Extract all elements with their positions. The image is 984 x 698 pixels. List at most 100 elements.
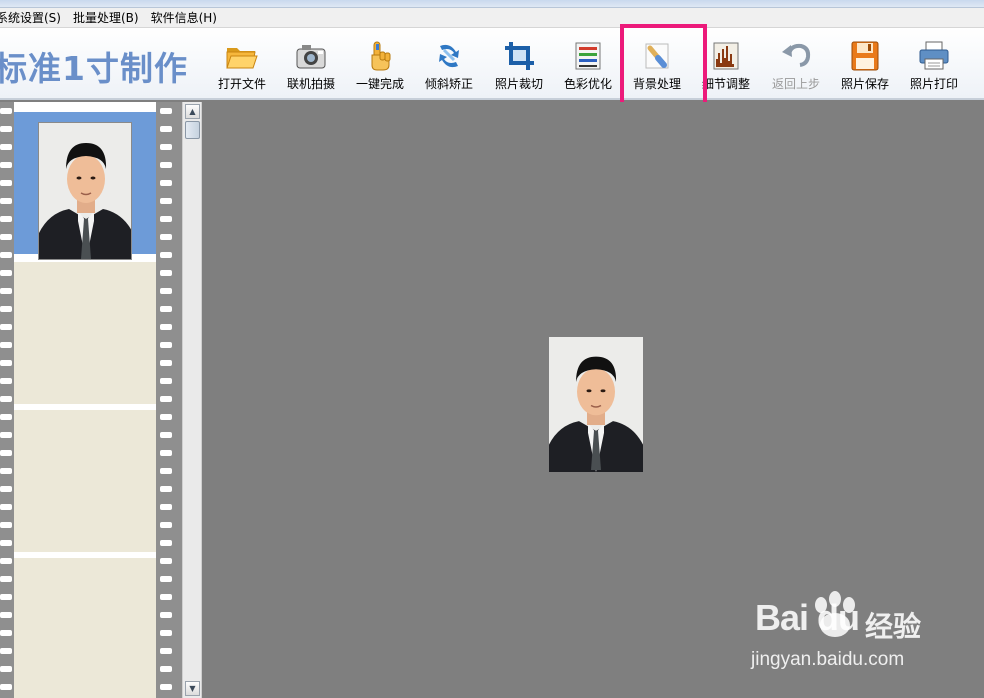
sprocket-hole — [160, 288, 172, 294]
toolbar: 标准1寸制作 打开文件 联机拍摄 一键完成 倾斜矫正 照片裁切 色彩优化 背景处… — [0, 28, 984, 100]
one-click-label: 一键完成 — [355, 77, 404, 91]
color-bars-icon — [575, 42, 601, 70]
sprocket-hole — [0, 540, 12, 546]
sprocket-hole — [0, 684, 12, 690]
scroll-down-arrow-icon[interactable]: ▼ — [185, 681, 200, 696]
sprocket-hole — [0, 450, 12, 456]
watermark-url: jingyan.baidu.com — [751, 649, 905, 670]
app-window: 系统设置(S) 批量处理(B) 软件信息(H) 标准1寸制作 打开文件 联机拍摄 — [0, 0, 984, 698]
sprocket-hole — [0, 486, 12, 492]
sprocket-hole — [160, 234, 172, 240]
menu-bar: 系统设置(S) 批量处理(B) 软件信息(H) — [0, 8, 984, 28]
floppy-disk-icon — [851, 41, 879, 71]
watermark-brand: 经验 — [865, 610, 922, 643]
sprocket-hole — [160, 630, 172, 636]
sprocket-hole — [0, 396, 12, 402]
rotate-arrows-icon — [439, 44, 459, 68]
sprocket-hole — [160, 504, 172, 510]
sprocket-hole — [160, 252, 172, 258]
sprocket-hole — [0, 162, 12, 168]
save-photo-button[interactable]: 照片保存 — [832, 40, 898, 92]
printer-icon — [919, 41, 949, 70]
sprocket-hole — [0, 216, 12, 222]
sprocket-hole — [160, 198, 172, 204]
sprocket-hole — [0, 432, 12, 438]
sprocket-hole — [160, 162, 172, 168]
sprocket-hole — [0, 108, 12, 114]
sprocket-hole — [0, 414, 12, 420]
sprocket-hole — [0, 594, 12, 600]
crop-icon — [505, 42, 534, 70]
sprocket-hole — [0, 126, 12, 132]
sprocket-hole — [0, 180, 12, 186]
sprocket-hole — [0, 144, 12, 150]
histogram-icon — [713, 42, 739, 70]
portrait-image — [39, 123, 131, 259]
sprocket-hole — [160, 342, 172, 348]
save-photo-label: 照片保存 — [840, 77, 889, 91]
sprocket-hole — [0, 306, 12, 312]
open-file-button[interactable]: 打开文件 — [209, 40, 275, 92]
sprocket-hole — [0, 198, 12, 204]
sprocket-hole — [160, 540, 172, 546]
film-frame-3[interactable] — [14, 410, 156, 552]
sprocket-hole — [0, 630, 12, 636]
sprocket-hole — [0, 252, 12, 258]
sprocket-hole — [160, 360, 172, 366]
portrait-image-large — [549, 337, 643, 472]
undo-label: 返回上步 — [771, 77, 820, 91]
tilt-correct-button[interactable]: 倾斜矫正 — [416, 40, 482, 92]
menu-batch-process[interactable]: 批量处理(B) — [73, 9, 145, 26]
sprocket-hole — [160, 450, 172, 456]
sprocket-hole — [160, 468, 172, 474]
sprocket-hole — [160, 558, 172, 564]
thumbnail-photo — [38, 122, 132, 260]
film-strip — [0, 102, 182, 698]
sprocket-hole — [160, 126, 172, 132]
sprocket-hole — [160, 432, 172, 438]
sprocket-hole — [0, 504, 12, 510]
sprocket-hole — [160, 486, 172, 492]
scroll-up-arrow-icon[interactable]: ▲ — [185, 104, 200, 119]
sprocket-hole — [160, 576, 172, 582]
film-frame-1[interactable] — [14, 112, 156, 260]
sprocket-hole — [0, 576, 12, 582]
undo-button[interactable]: 返回上步 — [763, 40, 829, 92]
film-scrollbar[interactable]: ▲ ▼ — [182, 102, 202, 698]
sprocket-hole — [0, 270, 12, 276]
sprocket-hole — [160, 216, 172, 222]
baidu-jingyan-watermark: Bai du 经验 jingyan.baidu.com — [745, 585, 984, 685]
sprocket-hole — [160, 108, 172, 114]
sprocket-hole — [0, 360, 12, 366]
sprocket-hole — [160, 414, 172, 420]
sprocket-hole — [0, 648, 12, 654]
open-file-label: 打开文件 — [217, 77, 266, 91]
app-title: 标准1寸制作 — [0, 49, 188, 88]
canvas-photo[interactable] — [549, 337, 643, 472]
crop-button[interactable]: 照片裁切 — [486, 40, 552, 92]
print-photo-label: 照片打印 — [909, 77, 958, 91]
menu-software-info[interactable]: 软件信息(H) — [151, 9, 223, 26]
sprocket-hole — [160, 612, 172, 618]
sprocket-hole — [0, 666, 12, 672]
sprocket-hole — [0, 468, 12, 474]
one-click-button[interactable]: 一键完成 — [347, 40, 413, 92]
sprocket-hole — [160, 270, 172, 276]
color-optimize-button[interactable]: 色彩优化 — [555, 40, 621, 92]
sprocket-hole — [160, 396, 172, 402]
sprocket-hole — [0, 324, 12, 330]
highlight-box — [620, 24, 707, 109]
film-sprocket-right — [156, 102, 182, 698]
sprocket-hole — [160, 306, 172, 312]
scroll-thumb[interactable] — [185, 121, 200, 139]
menu-system-settings[interactable]: 系统设置(S) — [0, 9, 67, 26]
film-frame-4[interactable] — [14, 558, 156, 698]
hand-pointer-icon — [371, 41, 391, 71]
sprocket-hole — [160, 144, 172, 150]
tilt-correct-label: 倾斜矫正 — [424, 77, 473, 91]
sprocket-hole — [160, 648, 172, 654]
print-photo-button[interactable]: 照片打印 — [901, 40, 967, 92]
film-frame-2[interactable] — [14, 262, 156, 404]
tethered-shoot-button[interactable]: 联机拍摄 — [278, 40, 344, 92]
sprocket-hole — [0, 522, 12, 528]
